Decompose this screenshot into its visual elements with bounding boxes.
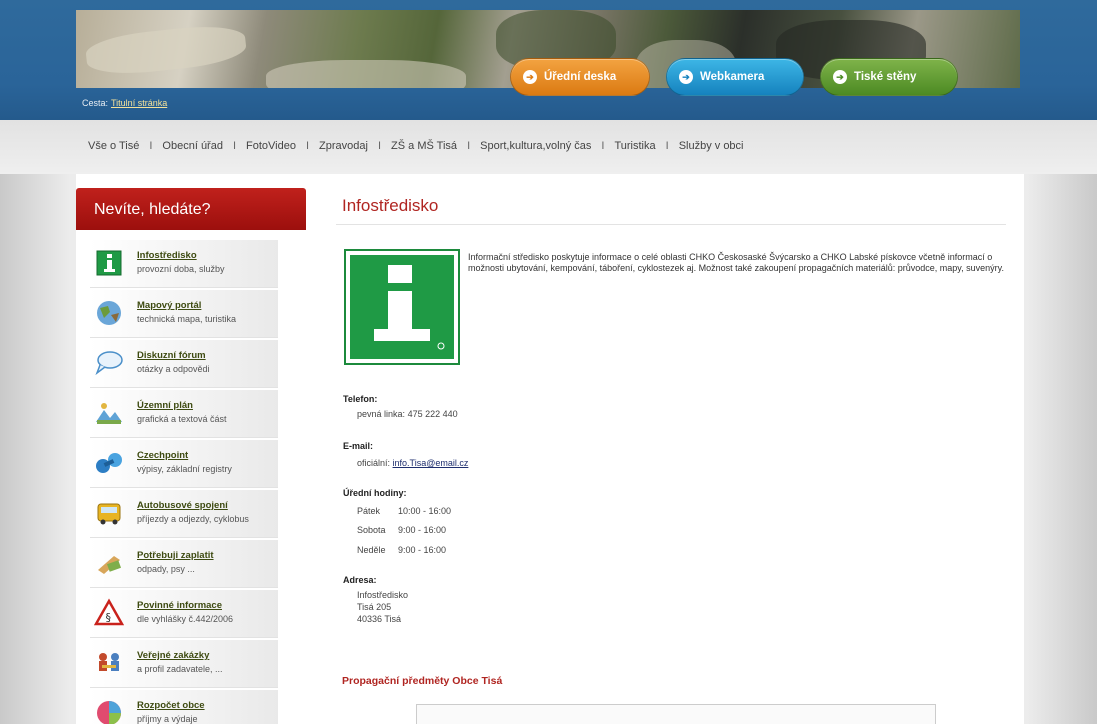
official-board-button[interactable]: ➔ Úřední deska	[510, 58, 650, 96]
sidebar-item-subtitle: grafická a textová část	[137, 414, 227, 424]
sidebar-item-title[interactable]: Infostředisko	[137, 250, 197, 261]
sidebar-item-infostredisko[interactable]: Infostředisko provozní doba, služby	[90, 240, 278, 288]
landscape-plan-icon	[94, 398, 124, 428]
nav-item-obecni-urad[interactable]: Obecní úřad	[162, 140, 223, 152]
chat-bubbles-icon	[94, 348, 124, 378]
info-center-logo	[344, 249, 460, 365]
map-globe-icon	[94, 298, 124, 328]
sidebar-item-subtitle: dle vyhlášky č.442/2006	[137, 614, 234, 624]
payment-icon	[94, 548, 124, 578]
svg-text:§: §	[106, 611, 112, 624]
official-board-label: Úřední deska	[544, 71, 617, 83]
sidebar-item-title[interactable]: Povinné informace	[137, 600, 222, 611]
sidebar-item-title[interactable]: Mapový portál	[137, 300, 201, 311]
email-link[interactable]: info.Tisa@email.cz	[393, 458, 469, 468]
email-value-row: oficiální: info.Tisa@email.cz	[357, 458, 468, 468]
phone-prefix: pevná linka:	[357, 409, 406, 419]
nav-item-turistika[interactable]: Turistika	[614, 140, 655, 152]
nav-separator: I	[305, 140, 310, 152]
breadcrumb: Cesta: Titulní stránka	[82, 98, 167, 108]
phone-number: 475 222 440	[407, 409, 458, 419]
sidebar-item-title[interactable]: Potřebuji zaplatit	[137, 550, 214, 561]
hours-time: 9:00 - 16:00	[398, 525, 447, 535]
phone-label: Telefon:	[343, 394, 378, 404]
hours-day: Neděle	[357, 545, 386, 555]
sidebar-item-potrebuji-zaplatit[interactable]: Potřebuji zaplatit odpady, psy ...	[90, 540, 278, 588]
budget-pie-icon	[94, 698, 124, 724]
sidebar-item-title[interactable]: Veřejné zakázky	[137, 650, 209, 661]
sidebar-item-rozpocet-obce[interactable]: Rozpočet obce příjmy a výdaje	[90, 690, 278, 724]
info-icon	[94, 248, 124, 278]
nav-separator: I	[149, 140, 153, 152]
nav-separator: I	[665, 140, 669, 152]
webcam-label: Webkamera	[700, 71, 765, 83]
sidebar-item-title[interactable]: Czechpoint	[137, 450, 188, 461]
sidebar-item-title[interactable]: Rozpočet obce	[137, 700, 205, 711]
sidebar-item-autobusove-spojeni[interactable]: Autobusové spojení příjezdy a odjezdy, c…	[90, 490, 278, 538]
sidebar-item-subtitle: provozní doba, služby	[137, 264, 225, 274]
email-prefix: oficiální:	[357, 458, 391, 468]
address-line: Tisá 205	[357, 602, 392, 612]
sidebar-item-subtitle: technická mapa, turistika	[137, 314, 237, 324]
promo-image-frame	[416, 704, 936, 724]
tisa-walls-label: Tiské stěny	[854, 71, 917, 83]
sidebar-heading: Nevíte, hledáte?	[76, 188, 306, 230]
arrow-right-icon: ➔	[679, 70, 693, 84]
tisa-walls-button[interactable]: ➔ Tiské stěny	[820, 58, 958, 96]
address-label: Adresa:	[343, 575, 377, 585]
arrow-right-icon: ➔	[833, 70, 847, 84]
bus-icon	[94, 498, 124, 528]
sidebar-item-diskuzni-forum[interactable]: Diskuzní fórum otázky a odpovědi	[90, 340, 278, 388]
hours-day: Sobota	[357, 525, 386, 535]
nav-item-sluzby[interactable]: Služby v obci	[679, 140, 744, 152]
info-icon	[350, 255, 454, 359]
sidebar-item-title[interactable]: Autobusové spojení	[137, 500, 228, 511]
phone-value-row: pevná linka: 475 222 440	[357, 409, 458, 419]
nav-item-vse-o-tise[interactable]: Vše o Tisé	[88, 140, 139, 152]
hours-time: 10:00 - 16:00	[398, 506, 452, 516]
sidebar-item-subtitle: výpisy, základní registry	[137, 464, 232, 474]
address-line: 40336 Tisá	[357, 614, 402, 624]
arrow-right-icon: ➔	[523, 70, 537, 84]
webcam-button[interactable]: ➔ Webkamera	[666, 58, 804, 96]
sidebar-item-subtitle: příjezdy a odjezdy, cyklobus	[137, 514, 249, 524]
nav-item-zpravodaj[interactable]: Zpravodaj	[319, 140, 368, 152]
promo-heading: Propagační předměty Obce Tisá	[342, 675, 503, 687]
contracts-icon	[94, 648, 124, 678]
sidebar-quicklinks: Infostředisko provozní doba, služby Mapo…	[90, 240, 278, 724]
title-divider	[336, 224, 1006, 225]
nav-separator: I	[467, 140, 471, 152]
nav-item-zs-ms[interactable]: ZŠ a MŠ Tisá	[391, 140, 457, 152]
sidebar-item-subtitle: příjmy a výdaje	[137, 714, 198, 724]
hours-time: 9:00 - 16:00	[398, 545, 447, 555]
sidebar-item-povinne-informace[interactable]: § Povinné informace dle vyhlášky č.442/2…	[90, 590, 278, 638]
top-navigation: Vše o Tisé I Obecní úřad I FotoVideo I Z…	[0, 120, 1097, 174]
warning-paragraph-icon: §	[94, 598, 124, 628]
sidebar-item-czechpoint[interactable]: Czechpoint výpisy, základní registry	[90, 440, 278, 488]
breadcrumb-label: Cesta:	[82, 98, 109, 108]
breadcrumb-home-link[interactable]: Titulní stránka	[111, 98, 167, 108]
address-line: Infostředisko	[357, 590, 409, 600]
nav-item-fotovideo[interactable]: FotoVideo	[246, 140, 296, 152]
sidebar-item-subtitle: otázky a odpovědi	[137, 364, 210, 374]
nav-item-sport-kultura[interactable]: Sport,kultura,volný čas	[480, 140, 591, 152]
nav-separator: I	[377, 140, 382, 152]
sidebar-item-mapovy-portal[interactable]: Mapový portál technická mapa, turistika	[90, 290, 278, 338]
sidebar-item-title[interactable]: Územní plán	[137, 400, 193, 411]
email-label: E-mail:	[343, 441, 374, 451]
nav-separator: I	[232, 140, 237, 152]
sidebar-item-uzemni-plan[interactable]: Územní plán grafická a textová část	[90, 390, 278, 438]
intro-text: Informační středisko poskytuje informace…	[468, 252, 1004, 273]
page-title: Infostředisko	[342, 196, 439, 215]
czechpoint-icon	[94, 448, 124, 478]
nav-separator: I	[601, 140, 605, 152]
sidebar-item-subtitle: odpady, psy ...	[137, 564, 195, 574]
sidebar-item-subtitle: a profil zadavatele, ...	[137, 664, 223, 674]
sidebar-item-verejne-zakazky[interactable]: Veřejné zakázky a profil zadavatele, ...	[90, 640, 278, 688]
hours-day: Pátek	[357, 506, 381, 516]
sidebar-item-title[interactable]: Diskuzní fórum	[137, 350, 206, 361]
office-hours-label: Úřední hodiny:	[343, 488, 407, 498]
